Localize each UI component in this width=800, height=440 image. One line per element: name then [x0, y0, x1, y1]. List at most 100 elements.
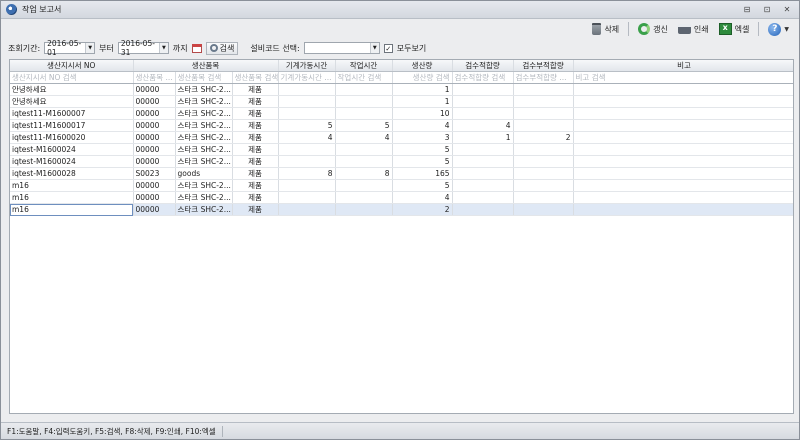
table-cell[interactable] — [335, 143, 393, 156]
table-cell[interactable]: 4 — [335, 131, 393, 144]
col-header-pass-qty[interactable]: 검수적합량 — [452, 60, 514, 72]
table-cell[interactable] — [573, 179, 793, 192]
table-row[interactable]: m16 00000 스타크 SHC-2... 제품 2 — [10, 203, 793, 216]
table-cell[interactable]: 00000 — [133, 155, 176, 168]
table-cell[interactable]: 5 — [278, 119, 336, 132]
table-cell[interactable]: 제품 — [232, 191, 279, 204]
table-cell[interactable]: 스타크 SHC-2... — [175, 107, 233, 120]
table-cell[interactable]: 00000 — [133, 203, 176, 216]
table-cell[interactable]: 스타크 SHC-2... — [175, 119, 233, 132]
table-cell[interactable] — [573, 191, 793, 204]
table-cell[interactable] — [513, 203, 574, 216]
table-cell[interactable] — [452, 107, 514, 120]
table-cell[interactable]: 00000 — [133, 83, 176, 96]
table-cell[interactable]: 5 — [392, 155, 453, 168]
table-cell[interactable]: 스타크 SHC-2... — [175, 95, 233, 108]
table-cell[interactable] — [278, 107, 336, 120]
table-cell[interactable]: 제품 — [232, 155, 279, 168]
table-row[interactable]: iqtest-M1600024 00000 스타크 SHC-2... 제품 5 — [10, 155, 793, 168]
table-cell[interactable]: 제품 — [232, 83, 279, 96]
title-bar[interactable]: 작업 보고서 ⊟ ⊡ ✕ — [1, 1, 799, 19]
table-cell[interactable] — [452, 167, 514, 180]
table-cell[interactable]: 00000 — [133, 191, 176, 204]
table-cell[interactable]: 스타크 SHC-2... — [175, 143, 233, 156]
table-cell[interactable]: 스타크 SHC-2... — [175, 191, 233, 204]
table-cell[interactable]: 스타크 SHC-2... — [175, 179, 233, 192]
table-cell[interactable]: iqtest-M1600024 — [10, 155, 134, 168]
table-cell[interactable] — [278, 203, 336, 216]
filter-quantity[interactable]: 생산량 검색 — [392, 71, 453, 84]
table-cell[interactable]: S0023 — [133, 167, 176, 180]
table-cell[interactable] — [573, 95, 793, 108]
table-cell[interactable] — [573, 167, 793, 180]
table-cell[interactable]: iqtest11-M1600017 — [10, 119, 134, 132]
table-cell[interactable] — [452, 203, 514, 216]
table-cell[interactable] — [278, 155, 336, 168]
table-cell[interactable] — [335, 179, 393, 192]
col-header-quantity[interactable]: 생산량 — [392, 60, 453, 72]
table-cell[interactable]: 4 — [392, 119, 453, 132]
table-cell[interactable]: 제품 — [232, 143, 279, 156]
table-cell[interactable]: 165 — [392, 167, 453, 180]
col-header-work-time[interactable]: 작업시간 — [335, 60, 393, 72]
table-cell[interactable] — [573, 155, 793, 168]
table-cell[interactable] — [573, 107, 793, 120]
print-button[interactable]: 인쇄 — [674, 21, 713, 38]
search-button[interactable]: 검색 — [205, 41, 239, 55]
filter-fail-qty[interactable]: 검수부적합량 ... — [513, 71, 574, 84]
table-row[interactable]: iqtest-M1600024 00000 스타크 SHC-2... 제품 5 — [10, 143, 793, 156]
col-header-fail-qty[interactable]: 검수부적합량 — [513, 60, 574, 72]
table-cell[interactable]: 제품 — [232, 203, 279, 216]
table-cell[interactable]: 제품 — [232, 119, 279, 132]
table-cell[interactable]: 2 — [513, 131, 574, 144]
table-cell[interactable] — [513, 143, 574, 156]
table-cell[interactable] — [335, 95, 393, 108]
table-row[interactable]: m16 00000 스타크 SHC-2... 제품 5 — [10, 179, 793, 192]
table-cell[interactable]: 안녕하세요 — [10, 95, 134, 108]
table-cell[interactable]: 1 — [392, 95, 453, 108]
table-cell[interactable]: 8 — [278, 167, 336, 180]
table-cell[interactable] — [452, 155, 514, 168]
table-cell[interactable]: 제품 — [232, 167, 279, 180]
filter-item-code[interactable]: 생산품목 ... — [133, 71, 176, 84]
table-cell[interactable]: 00000 — [133, 107, 176, 120]
table-cell[interactable]: 00000 — [133, 119, 176, 132]
refresh-button[interactable]: 갱신 — [634, 21, 672, 38]
table-cell[interactable]: 00000 — [133, 179, 176, 192]
table-cell[interactable] — [573, 131, 793, 144]
restore-button[interactable]: ⊡ — [761, 4, 773, 15]
table-cell[interactable]: 제품 — [232, 107, 279, 120]
show-all-checkbox[interactable]: ✓ — [383, 43, 393, 53]
table-cell[interactable]: 스타크 SHC-2... — [175, 83, 233, 96]
table-cell[interactable] — [513, 167, 574, 180]
table-cell[interactable] — [278, 143, 336, 156]
table-row[interactable]: iqtest-M1600028 S0023 goods 제품 8 8 165 — [10, 167, 793, 180]
table-cell[interactable]: 제품 — [232, 179, 279, 192]
table-cell[interactable]: iqtest11-M1600020 — [10, 131, 134, 144]
filter-item-type[interactable]: 생산품목 검색 — [232, 71, 279, 84]
chevron-down-icon[interactable]: ▼ — [158, 43, 168, 53]
close-button[interactable]: ✕ — [781, 4, 793, 15]
filter-order-no[interactable]: 생산지시서 NO 검색 — [10, 71, 134, 84]
table-cell[interactable] — [513, 119, 574, 132]
calendar-icon[interactable] — [191, 43, 202, 53]
table-cell[interactable]: m16 — [10, 191, 134, 204]
table-cell[interactable] — [278, 83, 336, 96]
table-cell[interactable]: iqtest-M1600028 — [10, 167, 134, 180]
table-cell[interactable] — [335, 107, 393, 120]
table-cell[interactable] — [452, 179, 514, 192]
table-cell[interactable] — [573, 83, 793, 96]
filter-item-name[interactable]: 생산품목 검색 — [175, 71, 233, 84]
table-cell[interactable]: 10 — [392, 107, 453, 120]
minimize-button[interactable]: ⊟ — [741, 4, 753, 15]
table-cell[interactable]: 2 — [392, 203, 453, 216]
table-row[interactable]: 안녕하세요 00000 스타크 SHC-2... 제품 1 — [10, 83, 793, 96]
table-cell[interactable]: m16 — [10, 179, 134, 192]
table-cell[interactable]: 4 — [278, 131, 336, 144]
table-cell[interactable] — [335, 83, 393, 96]
table-cell[interactable]: 스타크 SHC-2... — [175, 203, 233, 216]
table-cell[interactable] — [513, 107, 574, 120]
table-cell[interactable]: 00000 — [133, 143, 176, 156]
table-cell[interactable] — [335, 191, 393, 204]
table-cell[interactable] — [452, 143, 514, 156]
